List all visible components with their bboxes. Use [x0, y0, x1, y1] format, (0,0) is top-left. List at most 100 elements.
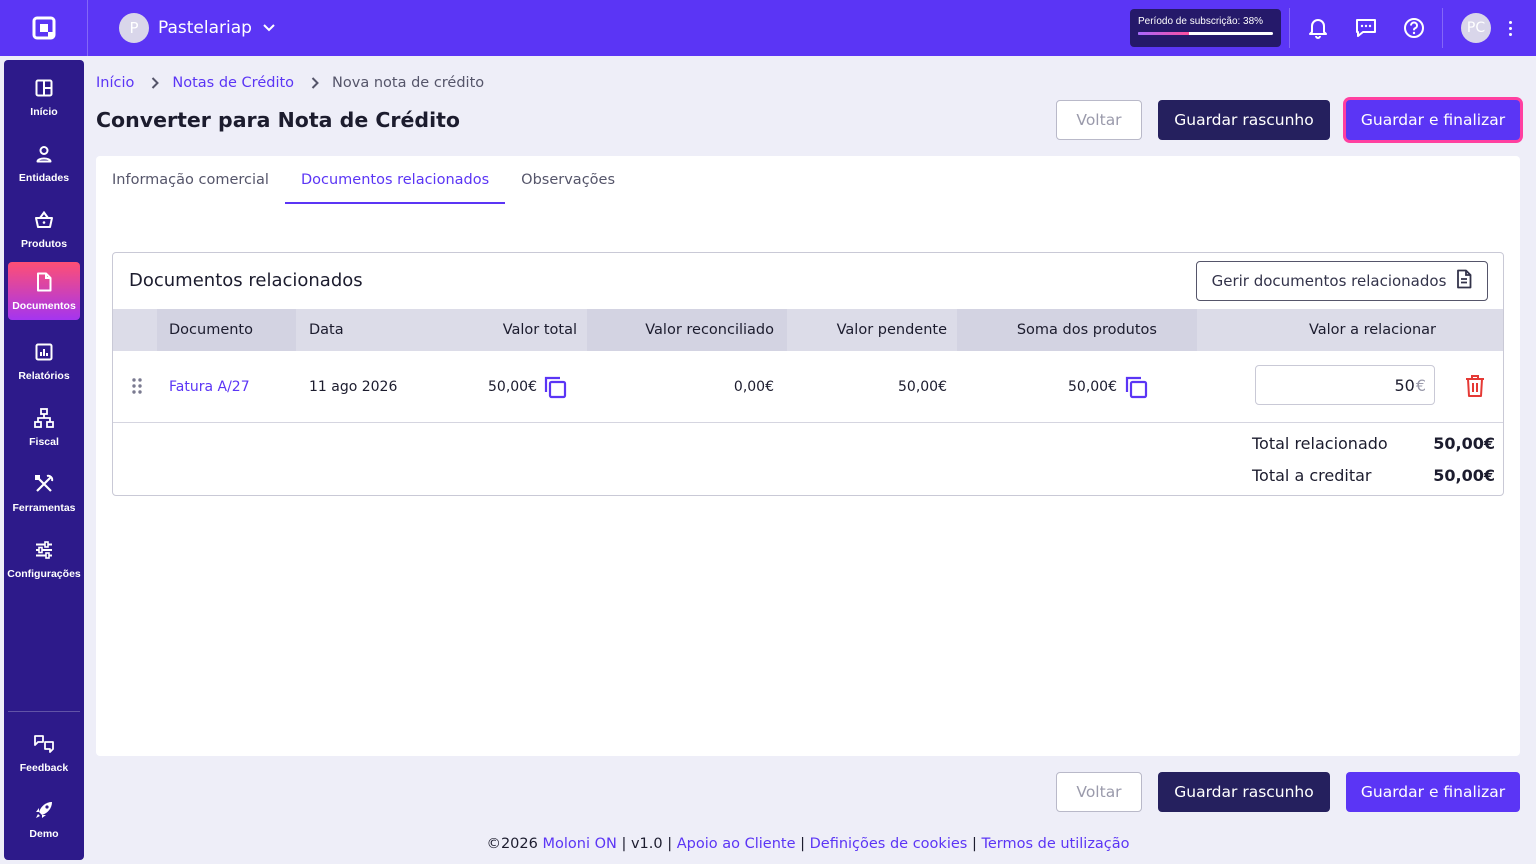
sidebar-item-ferramentas[interactable]: Ferramentas — [4, 464, 84, 522]
company-avatar: P — [119, 13, 149, 43]
sidebar-item-label: Documentos — [12, 300, 76, 312]
back-button[interactable]: Voltar — [1056, 100, 1142, 140]
breadcrumb-link-notas-credito[interactable]: Notas de Crédito — [172, 75, 294, 91]
sidebar: Início Entidades Produtos Documentos Rel… — [4, 60, 84, 860]
column-header: Documento — [169, 322, 253, 338]
save-draft-button[interactable]: Guardar rascunho — [1158, 100, 1330, 140]
total-credit-label: Total a creditar — [1252, 466, 1372, 485]
sidebar-item-configuracoes[interactable]: Configurações — [4, 530, 84, 588]
tab-observacoes[interactable]: Observações — [505, 156, 631, 204]
document-icon — [1456, 269, 1472, 293]
breadcrumb-link-inicio[interactable]: Início — [96, 75, 134, 91]
sidebar-item-feedback[interactable]: Feedback — [4, 724, 84, 782]
manage-related-documents-button[interactable]: Gerir documentos relacionados — [1196, 261, 1488, 301]
column-header: Valor pendente — [836, 322, 947, 338]
feedback-icon — [33, 732, 55, 756]
dashboard-icon — [35, 76, 53, 100]
report-chart-icon — [35, 340, 53, 364]
products-sum-value: 50,00€ — [1068, 379, 1117, 395]
page-title: Converter para Nota de Crédito — [96, 108, 461, 132]
bell-icon[interactable] — [1306, 16, 1330, 40]
column-header: Valor a relacionar — [1308, 322, 1436, 338]
sliders-icon — [35, 538, 53, 562]
sidebar-item-label: Ferramentas — [12, 502, 76, 514]
column-header: Valor reconciliado — [645, 322, 774, 338]
sidebar-item-label: Entidades — [18, 172, 70, 184]
chat-icon[interactable] — [1354, 16, 1378, 40]
sidebar-divider — [8, 711, 80, 712]
sidebar-item-label: Configurações — [7, 568, 81, 580]
tab-documentos-relacionados[interactable]: Documentos relacionados — [284, 156, 506, 204]
document-icon — [36, 270, 52, 294]
pending-value: 50,00€ — [898, 379, 947, 395]
drag-handle-icon[interactable] — [131, 377, 143, 395]
sidebar-item-relatorios[interactable]: Relatórios — [4, 332, 84, 390]
sidebar-item-inicio[interactable]: Início — [4, 68, 84, 126]
basket-icon — [34, 208, 54, 232]
top-bar: P Pastelariap Período de subscrição: 38%… — [0, 0, 1536, 56]
tab-bar: Informação comercial Documentos relacion… — [96, 156, 631, 204]
document-date: 11 ago 2026 — [309, 379, 398, 395]
tab-informacao-comercial[interactable]: Informação comercial — [96, 156, 285, 204]
manage-button-label: Gerir documentos relacionados — [1211, 272, 1447, 290]
copyright: ©2026 — [486, 836, 538, 852]
save-finalize-button-bottom[interactable]: Guardar e finalizar — [1346, 772, 1520, 812]
total-credit-value: 50,00€ — [1433, 466, 1495, 485]
trash-icon[interactable] — [1465, 374, 1485, 402]
user-icon — [35, 142, 53, 166]
document-link[interactable]: Fatura A/27 — [169, 351, 250, 423]
footer-link-support[interactable]: Apoio ao Cliente — [677, 836, 796, 852]
save-draft-button-bottom[interactable]: Guardar rascunho — [1158, 772, 1330, 812]
fiscal-network-icon — [34, 406, 54, 430]
sidebar-item-label: Fiscal — [29, 436, 59, 448]
kebab-menu-icon[interactable] — [1503, 16, 1517, 40]
moloni-logo-icon[interactable] — [0, 0, 88, 56]
sidebar-item-documentos[interactable]: Documentos — [8, 262, 80, 320]
chevron-down-icon — [262, 19, 276, 38]
copy-icon[interactable] — [1124, 375, 1148, 403]
sidebar-item-label: Início — [30, 106, 58, 118]
footer-link-brand[interactable]: Moloni ON — [542, 836, 616, 852]
copy-icon[interactable] — [543, 375, 567, 403]
sidebar-item-label: Relatórios — [18, 370, 70, 382]
column-header: Valor total — [502, 322, 577, 338]
chevron-right-icon — [311, 77, 319, 89]
sidebar-item-label: Feedback — [19, 762, 69, 774]
back-button-bottom[interactable]: Voltar — [1056, 772, 1142, 812]
subscription-progress-bar — [1138, 32, 1273, 35]
subscription-label: Período de subscrição: 38% — [1138, 16, 1264, 27]
breadcrumb-current: Nova nota de crédito — [332, 75, 485, 91]
sidebar-item-produtos[interactable]: Produtos — [4, 200, 84, 258]
save-finalize-button[interactable]: Guardar e finalizar — [1346, 100, 1520, 140]
reconciled-value: 0,00€ — [733, 379, 774, 395]
help-icon[interactable] — [1402, 16, 1426, 40]
value-to-relate-amount: 50 — [1394, 375, 1415, 395]
tools-icon — [34, 472, 54, 496]
panel-title: Documentos relacionados — [129, 270, 363, 291]
total-related-label: Total relacionado — [1252, 434, 1388, 453]
breadcrumb: Início Notas de Crédito Nova nota de cré… — [96, 75, 484, 91]
user-avatar[interactable]: PC — [1461, 13, 1491, 43]
total-related-value: 50,00€ — [1433, 434, 1495, 453]
sidebar-item-label: Produtos — [20, 238, 68, 250]
value-to-relate-input[interactable]: 50 € — [1255, 365, 1435, 405]
chevron-right-icon — [151, 77, 160, 89]
main-card: Informação comercial Documentos relacion… — [96, 156, 1520, 756]
footer-link-cookies[interactable]: Definições de cookies — [810, 836, 968, 852]
table-header: Documento Data Valor total Valor reconci… — [113, 309, 1503, 351]
column-header: Data — [309, 322, 344, 338]
page-footer: ©2026 Moloni ON | v1.0 | Apoio ao Client… — [486, 836, 1130, 852]
related-documents-panel: Documentos relacionados Gerir documentos… — [112, 252, 1504, 496]
total-value: 50,00€ — [488, 379, 537, 395]
company-name: Pastelariap — [158, 18, 252, 38]
footer-link-terms[interactable]: Termos de utilização — [981, 836, 1129, 852]
column-header: Soma dos produtos — [1016, 322, 1157, 338]
rocket-icon — [34, 798, 54, 822]
sidebar-item-entidades[interactable]: Entidades — [4, 134, 84, 192]
currency-symbol: € — [1415, 375, 1426, 395]
subscription-period[interactable]: Período de subscrição: 38% — [1130, 9, 1281, 47]
sidebar-item-fiscal[interactable]: Fiscal — [4, 398, 84, 456]
version: v1.0 — [630, 836, 663, 852]
company-selector[interactable]: P Pastelariap — [119, 13, 276, 43]
table-row: Fatura A/27 11 ago 2026 50,00€ 0,00€ 50,… — [113, 351, 1503, 423]
